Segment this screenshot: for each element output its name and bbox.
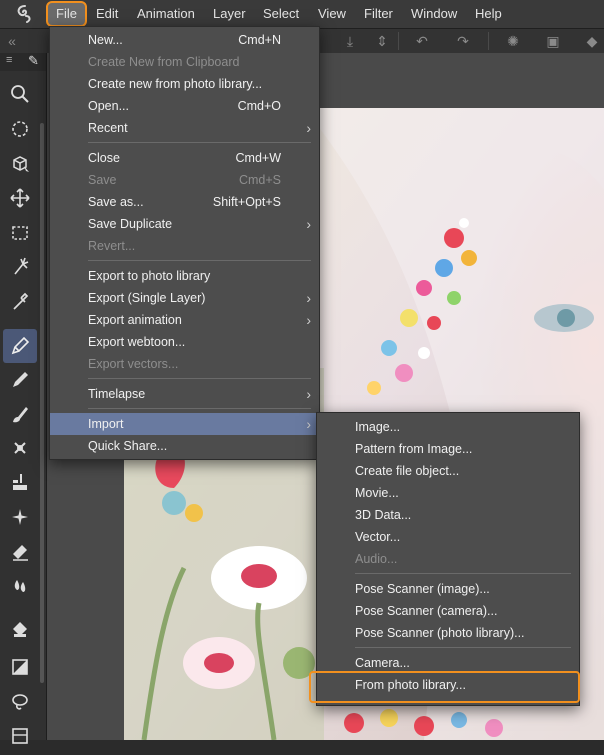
toolbar-divider	[398, 32, 399, 50]
menu-item-pose-scanner-photo-library[interactable]: Pose Scanner (photo library)...	[317, 622, 579, 644]
lasso-fill-icon[interactable]	[6, 653, 34, 681]
fill-icon[interactable]	[6, 572, 34, 600]
menu-select[interactable]: Select	[263, 0, 299, 28]
loading-icon[interactable]: ✺	[503, 32, 523, 50]
menu-edit[interactable]: Edit	[96, 0, 118, 28]
chevron-right-icon: ›	[306, 386, 311, 402]
palette-pen-icon: ✎	[28, 53, 39, 68]
palette-scrollbar[interactable]	[40, 123, 44, 683]
menu-item-vector[interactable]: Vector...	[317, 526, 579, 548]
menu-animation[interactable]: Animation	[137, 0, 195, 28]
undo-icon[interactable]: ↶	[412, 32, 432, 50]
menu-file[interactable]: File	[46, 1, 87, 27]
menu-item-timelapse[interactable]: Timelapse ›	[50, 383, 319, 405]
menu-item-revert: Revert...	[88, 239, 136, 253]
menu-layer[interactable]: Layer	[213, 0, 246, 28]
menu-window[interactable]: Window	[411, 0, 457, 28]
chevron-right-icon: ›	[306, 120, 311, 136]
from-photo-library-highlight	[309, 671, 580, 703]
redo-icon[interactable]: ↷	[453, 32, 473, 50]
clear-layer-icon[interactable]: ▣	[543, 32, 563, 50]
decoration-icon[interactable]	[6, 468, 34, 496]
palette-header: ≡ ✎	[0, 53, 46, 71]
selection-icon[interactable]	[6, 219, 34, 247]
menu-item-save-duplicate[interactable]: Save Duplicate ›	[50, 213, 319, 235]
app-logo-icon[interactable]	[14, 4, 36, 24]
menu-bar: File Edit Animation Layer Select View Fi…	[0, 0, 604, 29]
palette-menu-icon[interactable]: ≡	[6, 54, 12, 66]
pencil-icon[interactable]	[6, 366, 34, 394]
menu-item-movie[interactable]: Movie...	[317, 482, 579, 504]
menu-item-import-image[interactable]: Image...	[317, 416, 579, 438]
menu-item-export-animation[interactable]: Export animation ›	[50, 309, 319, 331]
chevron-right-icon: ›	[306, 416, 311, 432]
gradient-icon[interactable]	[6, 615, 34, 643]
zoom-icon[interactable]	[6, 80, 34, 108]
move-icon[interactable]	[6, 115, 34, 143]
chevron-right-icon: ›	[306, 290, 311, 306]
menu-item-3d-data[interactable]: 3D Data...	[317, 504, 579, 526]
menu-item-quick-share[interactable]: Quick Share...	[50, 435, 319, 457]
toolbar-divider	[488, 32, 489, 50]
auto-select-icon[interactable]	[6, 253, 34, 281]
menu-item-save-as[interactable]: Save as... Shift+Opt+S	[50, 191, 319, 213]
file-menu: New... Cmd+N Create New from Clipboard Cr…	[49, 26, 320, 460]
menu-item-create-new-from-clipboard: Create New from Clipboard	[88, 55, 240, 69]
brush-icon[interactable]	[6, 400, 34, 428]
menu-item-new[interactable]: New... Cmd+N	[50, 29, 319, 51]
menu-item-import[interactable]: Import ›	[50, 413, 319, 435]
menu-divider	[88, 142, 311, 143]
menu-divider	[355, 573, 571, 574]
object-icon[interactable]	[6, 150, 34, 178]
menu-item-open[interactable]: Open... Cmd+O	[50, 95, 319, 117]
menu-item-export-single-layer[interactable]: Export (Single Layer) ›	[50, 287, 319, 309]
menu-item-close[interactable]: Close Cmd+W	[50, 147, 319, 169]
menu-item-pose-scanner-camera[interactable]: Pose Scanner (camera)...	[317, 600, 579, 622]
menu-item-save: Save Cmd+S	[88, 173, 281, 187]
menu-help[interactable]: Help	[475, 0, 502, 28]
move-layer-icon[interactable]	[6, 184, 34, 212]
airbrush-icon[interactable]	[6, 434, 34, 462]
menu-item-pose-scanner-image[interactable]: Pose Scanner (image)...	[317, 578, 579, 600]
eraser-icon[interactable]	[6, 537, 34, 565]
menu-item-recent[interactable]: Recent ›	[50, 117, 319, 139]
tool-palette: ≡ ✎	[0, 53, 47, 744]
eyedropper-icon[interactable]	[6, 288, 34, 316]
menu-divider	[88, 408, 311, 409]
chevron-up-down-icon[interactable]: ⇕	[372, 32, 392, 50]
menu-divider	[88, 260, 311, 261]
menu-view[interactable]: View	[318, 0, 346, 28]
fill-bucket-icon[interactable]: ◆	[582, 32, 602, 50]
menu-item-pattern-from-image[interactable]: Pattern from Image...	[317, 438, 579, 460]
menu-filter[interactable]: Filter	[364, 0, 393, 28]
menu-item-export-vectors: Export vectors...	[88, 357, 179, 371]
pen-icon[interactable]	[3, 329, 37, 363]
collapse-left-icon[interactable]: «	[2, 32, 22, 50]
menu-divider	[355, 647, 571, 648]
menu-item-create-file-object[interactable]: Create file object...	[317, 460, 579, 482]
menu-divider	[88, 378, 311, 379]
lasso-icon[interactable]	[6, 688, 34, 716]
save-icon[interactable]: ⤓	[340, 32, 360, 50]
menu-item-audio: Audio...	[355, 552, 398, 566]
menu-item-create-new-from-photo-library[interactable]: Create new from photo library...	[50, 73, 319, 95]
menu-item-export-webtoon[interactable]: Export webtoon...	[50, 331, 319, 353]
chevron-right-icon: ›	[306, 216, 311, 232]
blend-icon[interactable]	[6, 503, 34, 531]
chevron-right-icon: ›	[306, 312, 311, 328]
import-submenu: Image... Pattern from Image... Create fi…	[316, 412, 580, 706]
menu-item-export-to-photo-library[interactable]: Export to photo library	[50, 265, 319, 287]
frame-icon[interactable]	[6, 722, 34, 750]
